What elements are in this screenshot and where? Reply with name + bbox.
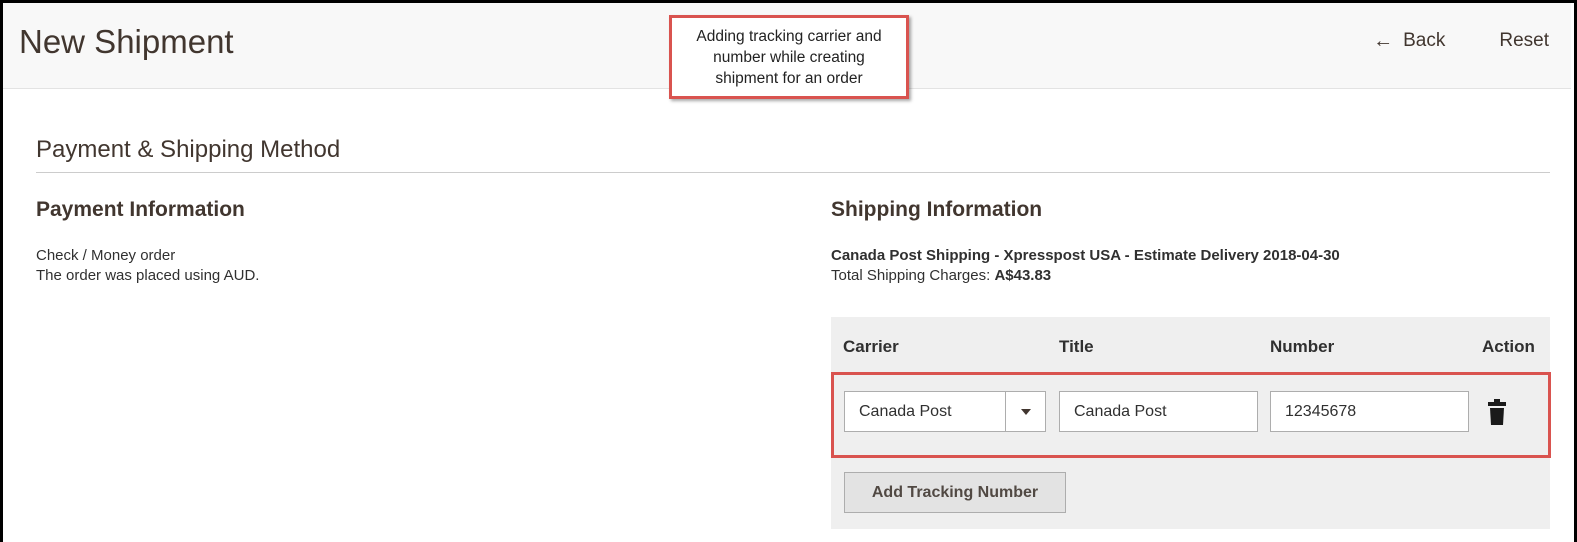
shipping-info-title: Shipping Information: [831, 198, 1043, 221]
section-divider: [36, 172, 1550, 173]
column-header-action: Action: [1482, 337, 1535, 356]
back-button[interactable]: ← Back: [1373, 30, 1445, 52]
shipping-method: Canada Post Shipping - Xpresspost USA - …: [831, 247, 1340, 264]
callout-line-1: Adding tracking carrier and: [696, 27, 882, 45]
tracking-title-input[interactable]: Canada Post: [1059, 391, 1258, 432]
payment-currency-note: The order was placed using AUD.: [36, 267, 260, 284]
annotation-callout: Adding tracking carrier and number while…: [669, 15, 909, 99]
back-label: Back: [1403, 30, 1446, 51]
payment-info-title: Payment Information: [36, 198, 245, 221]
section-title: Payment & Shipping Method: [36, 136, 341, 163]
chevron-down-icon: [1020, 408, 1031, 415]
column-header-carrier: Carrier: [843, 337, 899, 356]
reset-button[interactable]: Reset: [1499, 30, 1549, 52]
column-header-title: Title: [1059, 337, 1094, 356]
callout-line-2: number while creating: [713, 48, 865, 66]
carrier-select-value: Canada Post: [859, 402, 952, 420]
shipping-info: Canada Post Shipping - Xpresspost USA - …: [831, 246, 1340, 286]
payment-method: Check / Money order: [36, 247, 176, 264]
shipping-charges-label: Total Shipping Charges:: [831, 267, 991, 284]
callout-line-3: shipment for an order: [715, 69, 863, 87]
page-title: New Shipment: [19, 23, 234, 60]
add-tracking-number-button[interactable]: Add Tracking Number: [844, 472, 1066, 513]
trash-icon[interactable]: [1487, 399, 1507, 425]
carrier-select-toggle[interactable]: [1005, 392, 1045, 431]
carrier-select[interactable]: Canada Post: [844, 391, 1046, 432]
payment-info: Check / Money order The order was placed…: [36, 246, 259, 286]
arrow-left-icon: ←: [1373, 30, 1394, 52]
tracking-number-input[interactable]: 12345678: [1270, 391, 1469, 432]
column-header-number: Number: [1270, 337, 1335, 356]
shipping-charges-value: A$43.83: [994, 267, 1052, 284]
shipping-charges: Total Shipping Charges: A$43.83: [831, 266, 1340, 286]
header-actions: ← Back Reset: [1373, 30, 1549, 52]
